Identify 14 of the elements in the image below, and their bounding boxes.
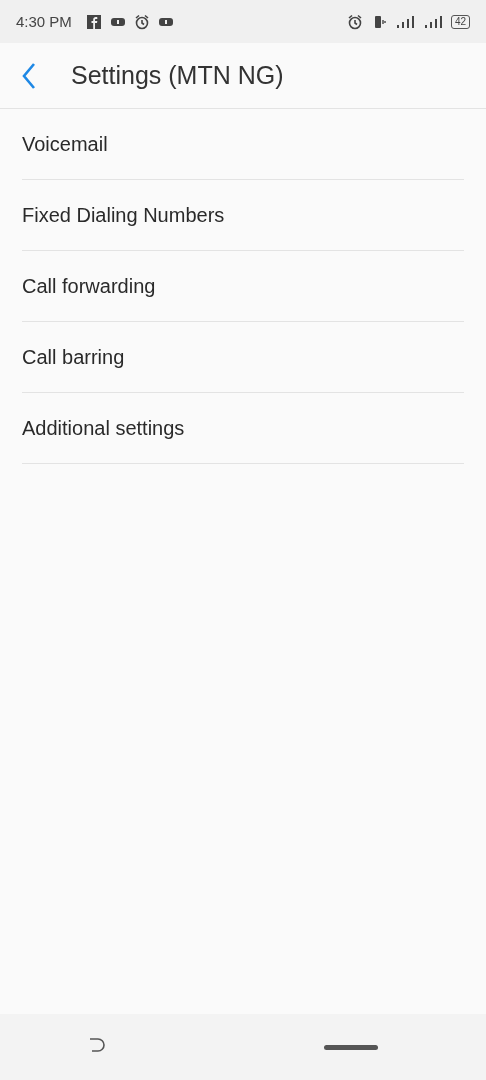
alarm-icon xyxy=(346,13,363,30)
status-time: 4:30 PM xyxy=(16,13,72,30)
screen-title: Settings (MTN NG) xyxy=(71,61,284,90)
settings-item[interactable]: Call barring xyxy=(22,322,464,393)
settings-item[interactable]: Fixed Dialing Numbers xyxy=(22,180,464,251)
signal-icon xyxy=(394,13,415,30)
signal-icon xyxy=(422,13,443,30)
alarm-icon xyxy=(133,13,150,30)
home-bar[interactable] xyxy=(324,1044,378,1050)
settings-item[interactable]: Call forwarding xyxy=(22,251,464,322)
settings-item[interactable]: Additional settings xyxy=(22,393,464,464)
battery-level: 42 xyxy=(450,14,470,29)
facebook-icon xyxy=(85,13,102,30)
settings-item[interactable]: Voicemail xyxy=(22,109,464,180)
